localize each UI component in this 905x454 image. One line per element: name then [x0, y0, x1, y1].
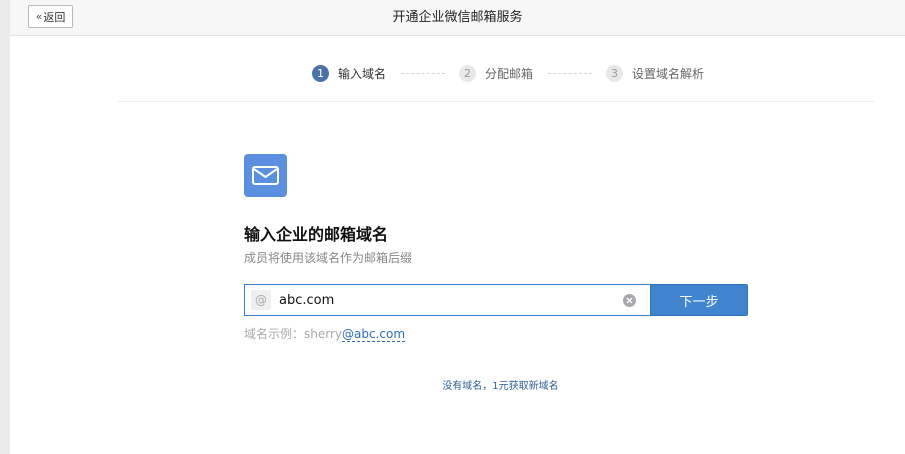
page-header: « 返回 开通企业微信邮箱服务 — [10, 0, 905, 36]
section-divider — [118, 101, 874, 102]
page-title: 开通企业微信邮箱服务 — [392, 10, 523, 25]
step-2-label: 分配邮箱 — [485, 66, 534, 81]
step-indicator: 1 输入域名 2 分配邮箱 3 设置域名解析 — [312, 64, 704, 82]
step-3-label: 设置域名解析 — [632, 66, 705, 81]
step-1: 1 输入域名 — [312, 64, 387, 82]
domain-input[interactable] — [279, 286, 623, 314]
buy-domain-link-row: 没有域名，1元获取新域名 — [0, 377, 905, 392]
step-3-number: 3 — [606, 64, 624, 82]
buy-domain-link[interactable]: 没有域名，1元获取新域名 — [442, 381, 558, 392]
step-2: 2 分配邮箱 — [459, 64, 534, 82]
clear-input-icon[interactable] — [623, 293, 636, 307]
domain-example-prefix: 域名示例：sherry — [244, 327, 342, 341]
domain-form-title: 输入企业的邮箱域名 — [244, 225, 389, 244]
domain-example: 域名示例：sherry@abc.com — [244, 325, 406, 342]
step-connector — [401, 72, 446, 74]
step-2-number: 2 — [459, 64, 477, 82]
step-connector — [548, 72, 593, 74]
step-3: 3 设置域名解析 — [606, 64, 705, 82]
domain-example-link[interactable]: @abc.com — [342, 327, 406, 342]
next-step-button[interactable]: 下一步 — [650, 284, 748, 316]
at-sign-icon: @ — [251, 290, 271, 310]
domain-form-subtitle: 成员将使用该域名作为邮箱后缀 — [244, 251, 413, 265]
step-1-label: 输入域名 — [338, 66, 387, 81]
domain-input-group: @ — [244, 284, 650, 316]
step-1-number: 1 — [312, 64, 329, 82]
mail-envelope-icon — [244, 154, 287, 197]
